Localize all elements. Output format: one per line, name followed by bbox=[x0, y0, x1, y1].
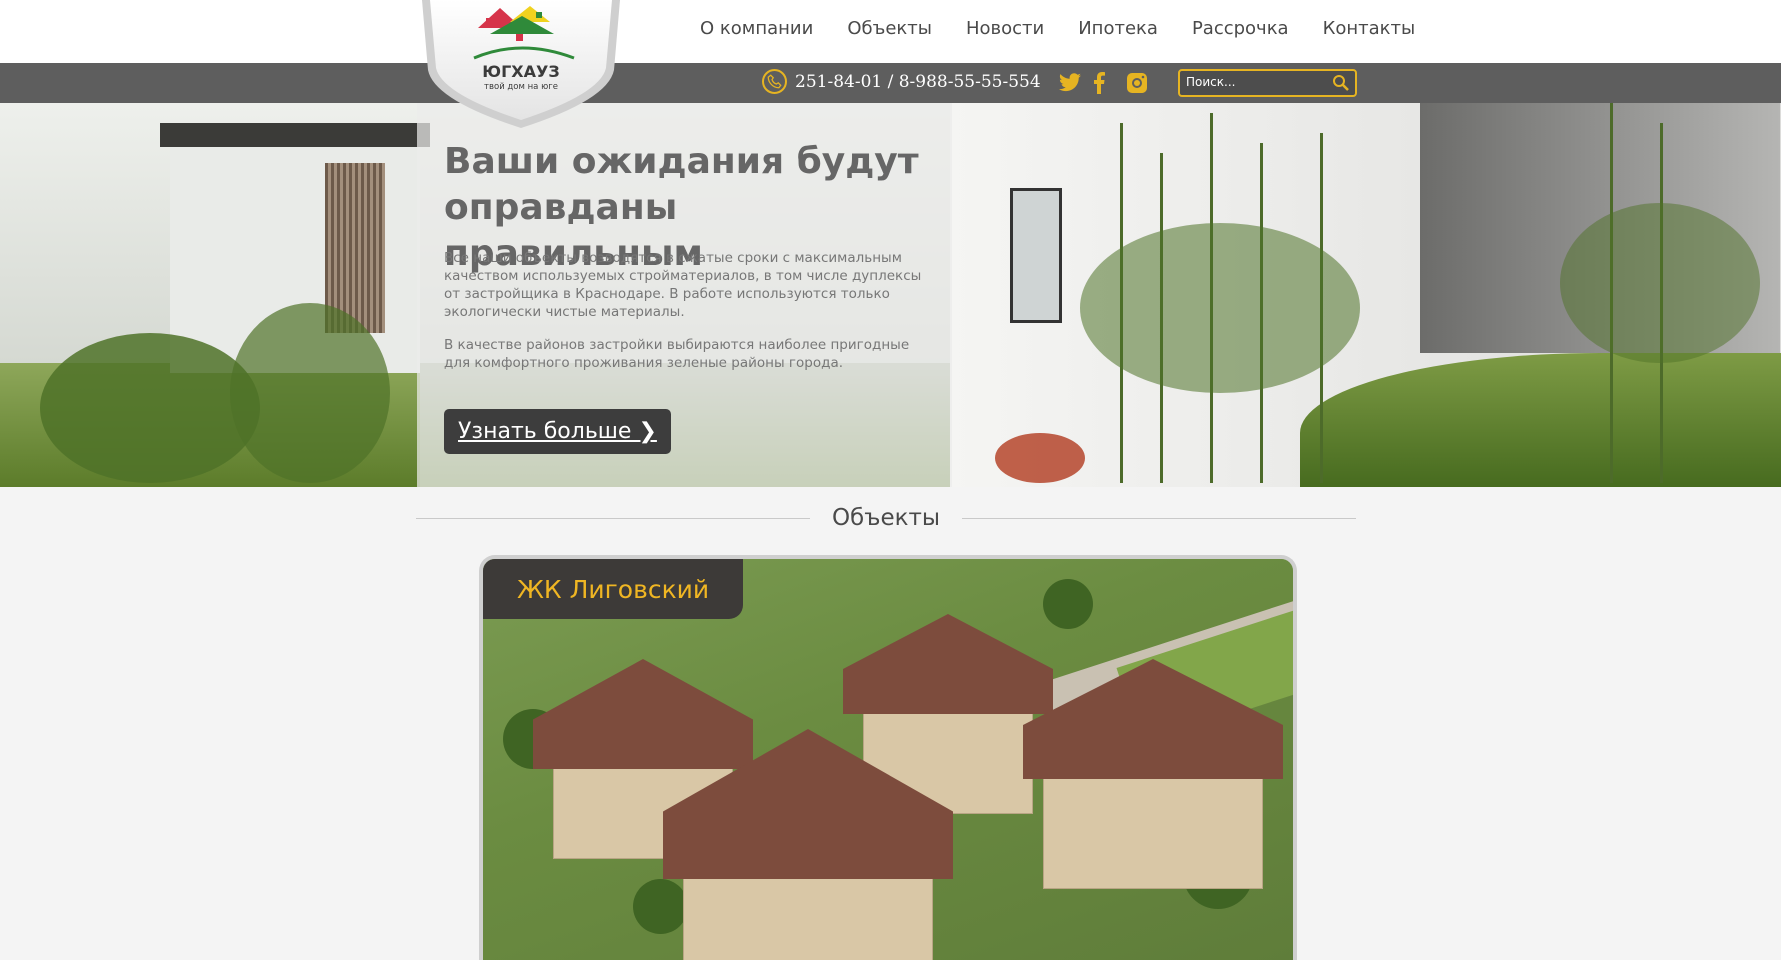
divider bbox=[416, 517, 810, 519]
hero-bamboo-foliage bbox=[1080, 223, 1360, 393]
instagram-icon[interactable] bbox=[1126, 72, 1148, 94]
hero-paragraph: Все наши объекты возводятся в сжатые сро… bbox=[444, 250, 922, 320]
hero-window bbox=[1010, 188, 1062, 323]
top-navbar: О компании Объекты Новости Ипотека Расср… bbox=[0, 0, 1781, 63]
learn-more-button[interactable]: Узнать больше ❯ bbox=[444, 409, 671, 454]
phone-icon bbox=[762, 69, 787, 94]
twitter-icon[interactable] bbox=[1058, 72, 1081, 94]
nav-item-objects[interactable]: Объекты bbox=[847, 18, 932, 39]
house-illustration bbox=[1023, 659, 1283, 889]
logo[interactable]: ЮГХАУЗ твой дом на юге bbox=[418, 0, 624, 128]
hero-bush bbox=[40, 333, 260, 483]
search-box bbox=[1178, 69, 1357, 97]
house-illustration bbox=[663, 729, 963, 960]
social-links bbox=[1058, 72, 1148, 94]
phone-block: 251-84-01 / 8-988-55-55-554 bbox=[762, 69, 1041, 94]
hero-banner: Ваши ожидания будут оправданы правильным… bbox=[0, 103, 1781, 487]
nav-item-installment[interactable]: Рассрочка bbox=[1192, 18, 1289, 39]
hero-red-shrub bbox=[995, 433, 1085, 483]
main-nav: О компании Объекты Новости Ипотека Расср… bbox=[700, 18, 1449, 39]
facebook-icon[interactable] bbox=[1092, 72, 1114, 94]
nav-item-about[interactable]: О компании bbox=[700, 18, 813, 39]
hero-paragraph: В качестве районов застройки выбираются … bbox=[444, 337, 910, 371]
nav-item-mortgage[interactable]: Ипотека bbox=[1078, 18, 1158, 39]
logo-tagline: твой дом на юге bbox=[484, 82, 558, 92]
search-input[interactable] bbox=[1180, 71, 1328, 93]
object-card-title[interactable]: ЖК Лиговский bbox=[483, 559, 744, 619]
logo-brand-name: ЮГХАУЗ bbox=[482, 62, 560, 81]
object-card[interactable]: ЖК Лиговский bbox=[479, 555, 1297, 960]
contact-bar: 251-84-01 / 8-988-55-55-554 bbox=[0, 63, 1781, 103]
section-title: Объекты bbox=[831, 505, 941, 531]
objects-section-heading: Объекты bbox=[416, 500, 1357, 536]
search-icon[interactable] bbox=[1332, 74, 1350, 96]
nav-item-news[interactable]: Новости bbox=[966, 18, 1044, 39]
hero-bush bbox=[230, 303, 390, 483]
phone-numbers: 251-84-01 / 8-988-55-55-554 bbox=[795, 71, 1041, 92]
divider bbox=[962, 517, 1357, 519]
hero-bamboo-foliage bbox=[1560, 203, 1760, 363]
nav-item-contacts[interactable]: Контакты bbox=[1323, 18, 1416, 39]
